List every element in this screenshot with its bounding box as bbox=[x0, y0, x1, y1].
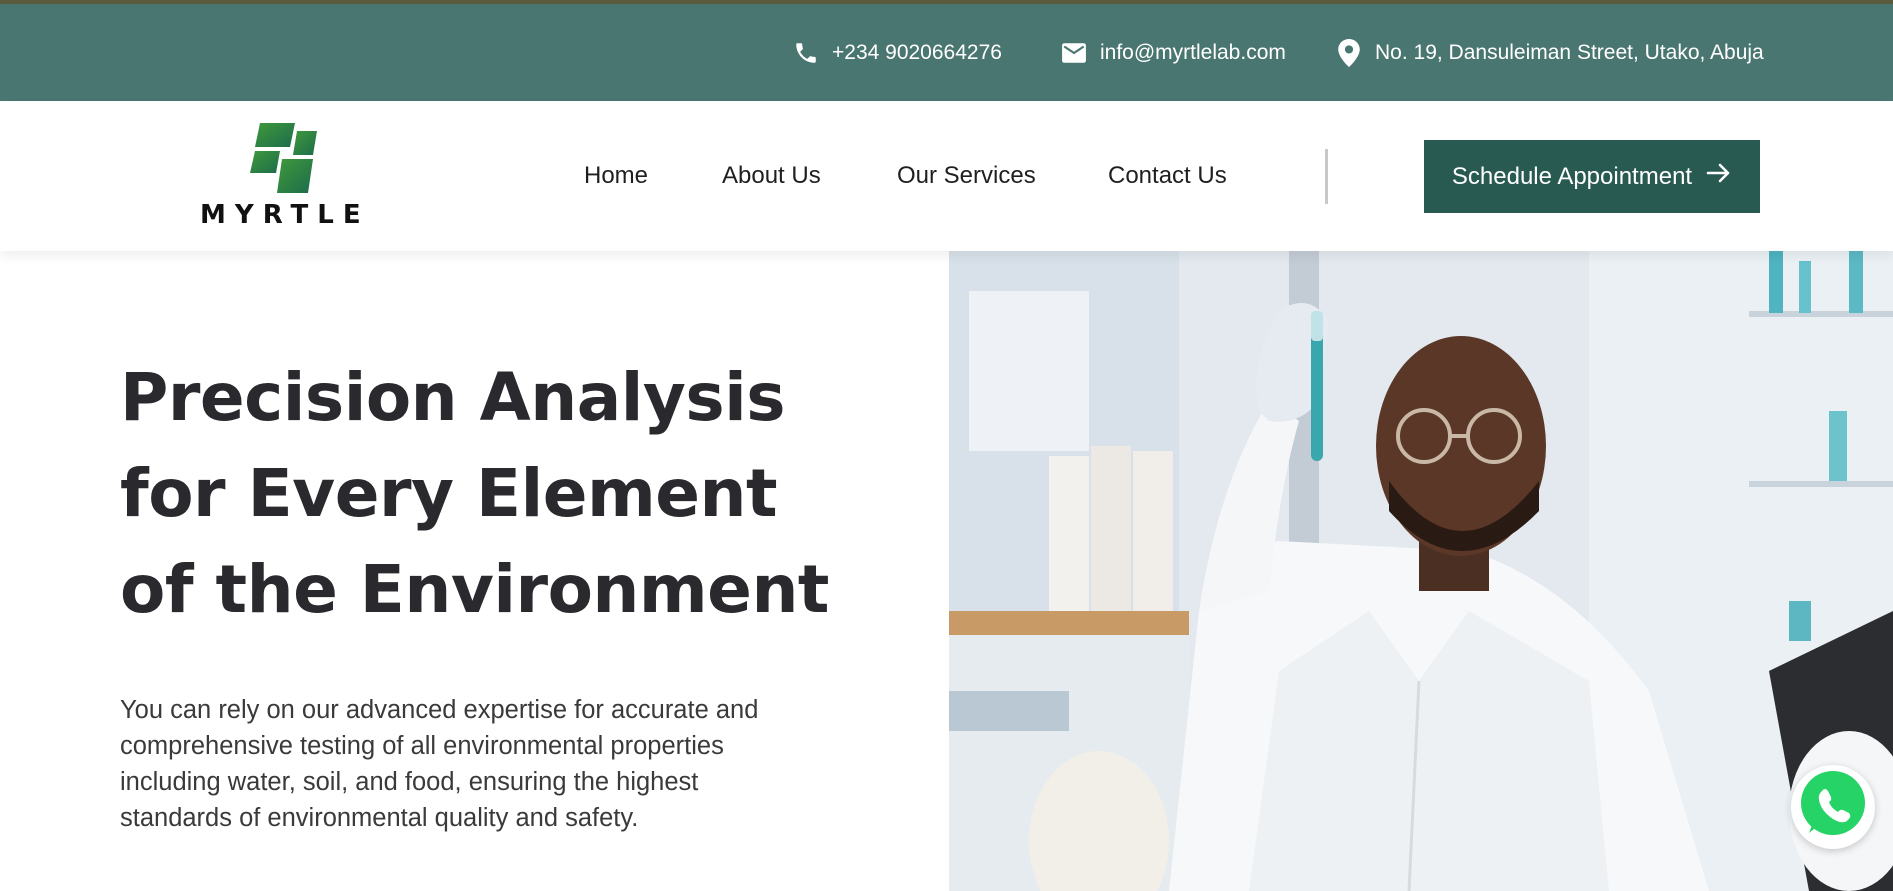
nav-our-services[interactable]: Our Services bbox=[897, 101, 1036, 251]
hero-title-line: of the Environment bbox=[120, 551, 829, 628]
phone-number: +234 9020664276 bbox=[832, 40, 1002, 64]
hero-title-line: for Every Element bbox=[120, 455, 778, 532]
nav-contact-us[interactable]: Contact Us bbox=[1108, 101, 1227, 251]
email-address: info@myrtlelab.com bbox=[1100, 40, 1286, 64]
main-navbar: MYRTLE Home About Us Our Services Contac… bbox=[0, 101, 1893, 251]
hero-image-scientist bbox=[949, 251, 1893, 891]
schedule-appointment-label: Schedule Appointment bbox=[1451, 162, 1693, 190]
hero-title: Precision Analysis for Every Element of … bbox=[120, 350, 829, 638]
email-contact[interactable]: info@myrtlelab.com bbox=[1060, 4, 1286, 101]
address-text: No. 19, Dansuleiman Street, Utako, Abuja bbox=[1375, 40, 1764, 64]
logo-wordmark: MYRTLE bbox=[200, 200, 370, 230]
whatsapp-icon bbox=[1795, 767, 1871, 848]
nav-about-us[interactable]: About Us bbox=[722, 101, 821, 251]
address-contact: No. 19, Dansuleiman Street, Utako, Abuja bbox=[1335, 4, 1764, 101]
logo-mark-icon bbox=[250, 123, 317, 193]
nav-divider bbox=[1325, 149, 1328, 204]
hero-title-line: Precision Analysis bbox=[120, 359, 786, 436]
whatsapp-chat-button[interactable] bbox=[1791, 765, 1875, 849]
location-pin-icon bbox=[1335, 38, 1363, 67]
mail-icon bbox=[1060, 39, 1088, 67]
phone-icon bbox=[792, 39, 820, 67]
arrow-right-icon bbox=[1706, 162, 1732, 191]
nav-home[interactable]: Home bbox=[584, 101, 648, 251]
hero-description: You can rely on our advanced expertise f… bbox=[120, 696, 759, 832]
schedule-appointment-button[interactable]: Schedule Appointment bbox=[1424, 140, 1760, 213]
phone-contact[interactable]: +234 9020664276 bbox=[792, 4, 1002, 101]
brand-logo[interactable]: MYRTLE bbox=[200, 121, 365, 233]
contact-info-bar: +234 9020664276 info@myrtlelab.com No. 1… bbox=[0, 0, 1893, 101]
